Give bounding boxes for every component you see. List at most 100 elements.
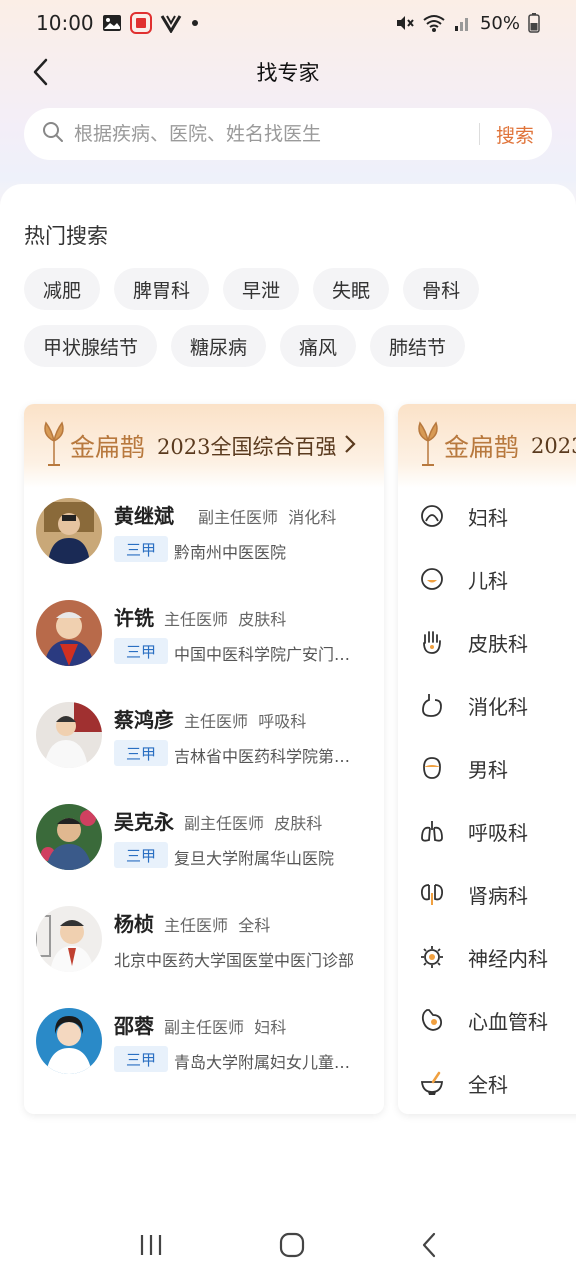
- search-icon: [42, 121, 64, 147]
- top-doctors-card: 金扁鹊 2023全国综合百强 黄继斌 副主任医师 消化科 三甲 黔南州中医医院 …: [24, 404, 384, 1114]
- dept-item[interactable]: 呼吸科: [418, 811, 576, 851]
- hospital-level-badge: 三甲: [114, 842, 168, 868]
- dept-item[interactable]: 消化科: [418, 685, 576, 725]
- dept-item[interactable]: 妇科: [418, 496, 576, 536]
- hot-tag[interactable]: 减肥: [24, 268, 101, 310]
- doctor-avatar: [36, 600, 102, 666]
- hot-tag[interactable]: 糖尿病: [171, 325, 267, 367]
- hot-tag[interactable]: 脾胃科: [114, 268, 210, 310]
- kidney-icon: [418, 880, 446, 908]
- stomach-icon: [418, 691, 446, 719]
- home-button[interactable]: [278, 1231, 306, 1263]
- chevron-left-icon: [33, 58, 48, 86]
- doctor-row[interactable]: 邵蓉 副主任医师 妇科 三甲 青岛大学附属妇女儿童医院: [24, 1008, 384, 1110]
- dept-item[interactable]: 全科: [418, 1063, 576, 1103]
- hospital-level-badge: 三甲: [114, 536, 168, 562]
- doctor-title: 副主任医师 消化科: [198, 508, 337, 527]
- card-header[interactable]: 金扁鹊 2023: [398, 404, 576, 488]
- doctor-row[interactable]: 许铣 主任医师 皮肤科 三甲 中国中医科学院广安门医院: [24, 600, 384, 702]
- dept-item[interactable]: 皮肤科: [418, 622, 576, 662]
- hot-tag[interactable]: 肺结节: [370, 325, 466, 367]
- tag-row: 减肥 脾胃科 早泄 失眠 骨科: [24, 268, 564, 310]
- dermatology-hand-icon: [418, 628, 446, 656]
- signal-icon: [454, 14, 472, 32]
- doctor-name: 许铣: [114, 606, 154, 630]
- card-subtitle: 2023全国综合百强: [157, 435, 337, 459]
- header: 找专家: [0, 48, 576, 96]
- doctor-name: 吴克永: [114, 810, 174, 834]
- hospital-name: 北京中医药大学国医堂中医门诊部: [114, 951, 355, 970]
- dept-label: 全科: [468, 1072, 508, 1097]
- hot-tag[interactable]: 甲状腺结节: [24, 325, 158, 367]
- doctor-row[interactable]: 杨桢 主任医师 全科 北京中医药大学国医堂中医门诊部: [24, 906, 384, 1008]
- hospital-level-badge: 三甲: [114, 638, 168, 664]
- doctor-avatar: [36, 906, 102, 972]
- page-title: 找专家: [256, 61, 320, 85]
- hot-tag[interactable]: 早泄: [223, 268, 300, 310]
- doctor-row[interactable]: 黄继斌 副主任医师 消化科 三甲 黔南州中医医院: [24, 498, 384, 600]
- clock: 10:00: [36, 11, 94, 35]
- system-nav-bar: [0, 1214, 576, 1280]
- search-button[interactable]: 搜索: [496, 121, 534, 148]
- search-divider: [478, 123, 480, 145]
- doctor-title: 主任医师 皮肤科: [164, 610, 287, 629]
- dept-label: 神经内科: [468, 946, 548, 971]
- doctor-title: 副主任医师 妇科: [164, 1018, 287, 1037]
- heart-icon: [418, 1006, 446, 1034]
- mortar-icon: [418, 1069, 446, 1097]
- hot-tag[interactable]: 骨科: [403, 268, 480, 310]
- dept-label: 妇科: [468, 505, 508, 530]
- app-notification-icon: [129, 12, 152, 34]
- andrology-icon: [418, 754, 446, 782]
- dept-label: 消化科: [468, 694, 528, 719]
- doctor-name: 蔡鸿彦: [114, 708, 174, 732]
- dept-label: 呼吸科: [468, 820, 528, 845]
- nav-back-button[interactable]: [419, 1231, 439, 1263]
- dept-label: 皮肤科: [468, 631, 528, 656]
- hospital-name: 复旦大学附属华山医院: [174, 849, 335, 868]
- chevron-right-icon: [344, 434, 357, 458]
- back-button[interactable]: [20, 52, 60, 92]
- hospital-name: 中国中医科学院广安门医院: [174, 645, 364, 664]
- battery-icon: [528, 13, 540, 33]
- doctor-avatar: [36, 1008, 102, 1074]
- recent-apps-button[interactable]: [137, 1232, 165, 1262]
- hospital-level-badge: 三甲: [114, 740, 168, 766]
- doctor-row[interactable]: 吴克永 副主任医师 皮肤科 三甲 复旦大学附属华山医院: [24, 804, 384, 906]
- hot-tag[interactable]: 痛风: [280, 325, 357, 367]
- doctor-title: 副主任医师 皮肤科: [184, 814, 323, 833]
- doctor-title: 主任医师 呼吸科: [184, 712, 307, 731]
- hot-search-title: 热门搜索: [24, 224, 108, 248]
- hospital-level-badge: 三甲: [114, 1046, 168, 1072]
- hospital-name: 吉林省中医药科学院第一临床医院: [174, 747, 364, 766]
- hospital-name: 青岛大学附属妇女儿童医院: [174, 1053, 364, 1072]
- card-subtitle: 2023: [531, 434, 576, 458]
- wifi-icon: [422, 13, 446, 33]
- card-header[interactable]: 金扁鹊 2023全国综合百强: [24, 404, 384, 488]
- doctor-row[interactable]: 蔡鸿彦 主任医师 呼吸科 三甲 吉林省中医药科学院第一临床医院: [24, 702, 384, 804]
- lungs-icon: [418, 817, 446, 845]
- doctor-name: 邵蓉: [114, 1014, 154, 1038]
- tag-row: 甲状腺结节 糖尿病 痛风 肺结节: [24, 325, 564, 367]
- doctor-title: 主任医师 全科: [164, 916, 271, 935]
- dept-item[interactable]: 男科: [418, 748, 576, 788]
- dept-item[interactable]: 儿科: [418, 559, 576, 599]
- dept-item[interactable]: 神经内科: [418, 937, 576, 977]
- dot-icon: [190, 18, 200, 28]
- mute-icon: [394, 13, 414, 33]
- dept-item[interactable]: 肾病科: [418, 874, 576, 914]
- departments-card: 金扁鹊 2023 妇科 儿科 皮肤科 消化科 男科 呼吸科 肾病: [398, 404, 576, 1114]
- search-bar[interactable]: 搜索: [24, 108, 552, 160]
- v-app-icon: [160, 13, 182, 33]
- content-panel: 热门搜索 减肥 脾胃科 早泄 失眠 骨科 甲状腺结节 糖尿病 痛风 肺结节 金扁…: [0, 184, 576, 1214]
- dept-item[interactable]: 心血管科: [418, 1000, 576, 1040]
- neuro-gear-icon: [418, 943, 446, 971]
- hot-tag[interactable]: 失眠: [313, 268, 390, 310]
- pediatrics-icon: [418, 565, 446, 593]
- doctor-name: 黄继斌: [114, 504, 174, 528]
- golden-award-icon: [40, 421, 68, 471]
- search-input[interactable]: [74, 123, 463, 145]
- dept-label: 心血管科: [468, 1009, 548, 1034]
- card-logo: 金扁鹊: [444, 433, 520, 462]
- dept-label: 肾病科: [468, 883, 528, 908]
